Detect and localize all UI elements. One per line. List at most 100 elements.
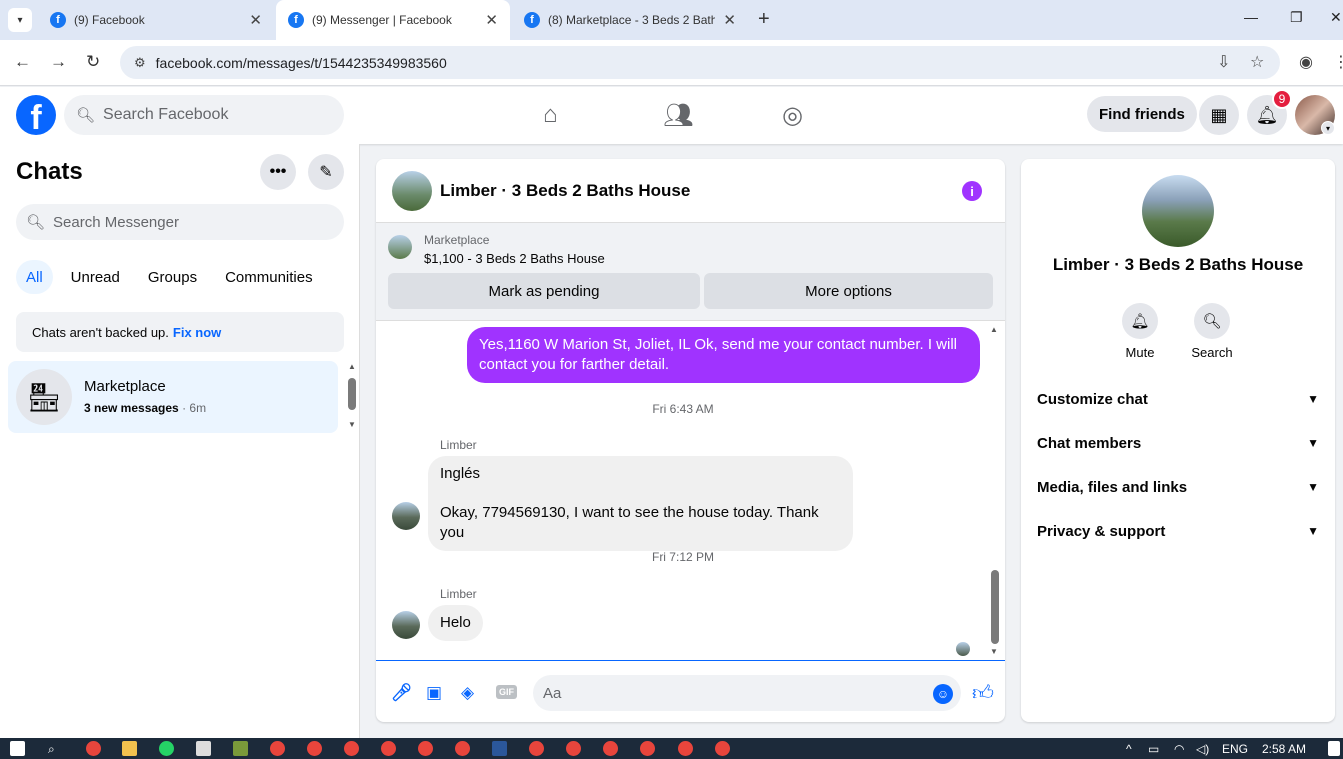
scroll-down-icon[interactable]: ▼	[990, 647, 998, 656]
message-scrollbar[interactable]: ▲ ▼	[988, 325, 1002, 656]
friends-icon[interactable]: 👥︎	[663, 101, 693, 130]
sender-avatar[interactable]	[392, 611, 420, 639]
filter-unread[interactable]: Unread	[61, 260, 130, 294]
chevron-down-icon[interactable]: ▾	[1321, 121, 1335, 135]
emoji-icon[interactable]: ☺	[933, 684, 953, 704]
mark-as-pending-button[interactable]: Mark as pending	[388, 273, 700, 309]
scroll-down-icon[interactable]: ▼	[348, 420, 356, 429]
sender-avatar[interactable]	[392, 502, 420, 530]
section-privacy-support[interactable]: Privacy & support ▼	[1037, 520, 1319, 542]
sidebar-scrollbar[interactable]: ▲ ▼	[346, 362, 358, 432]
url-field[interactable]: ⚙ facebook.com/messages/t/15442353499835…	[120, 46, 1280, 79]
profile-icon[interactable]: ◉	[1299, 52, 1313, 72]
wifi-icon[interactable]: ◠	[1174, 742, 1184, 756]
close-tab-icon[interactable]: ✕	[249, 11, 262, 29]
close-window-icon[interactable]: ✕	[1330, 9, 1342, 26]
chrome-icon[interactable]	[86, 741, 101, 756]
message-input[interactable]: Aa	[533, 675, 961, 711]
close-tab-icon[interactable]: ✕	[485, 11, 498, 29]
chrome-icon[interactable]	[344, 741, 359, 756]
incoming-message[interactable]: Helo	[428, 605, 483, 641]
home-icon[interactable]: ⌂	[543, 101, 558, 129]
app-icon[interactable]	[196, 741, 211, 756]
back-icon[interactable]: ←	[14, 52, 31, 72]
scroll-up-icon[interactable]: ▲	[348, 362, 356, 371]
install-app-icon[interactable]: ⇩	[1217, 52, 1230, 72]
section-customize-chat[interactable]: Customize chat ▼	[1037, 388, 1319, 410]
close-tab-icon[interactable]: ✕	[723, 11, 736, 29]
chrome-icon[interactable]	[715, 741, 730, 756]
conversation-item-marketplace[interactable]: 🏪︎ Marketplace 3 new messages · 6m	[8, 361, 338, 433]
site-info-icon[interactable]: ⚙	[134, 55, 146, 71]
app-icon[interactable]	[233, 741, 248, 756]
attach-photo-icon[interactable]: ▣	[426, 683, 442, 703]
conversation-avatar[interactable]	[392, 171, 432, 211]
forward-icon[interactable]: →	[50, 52, 67, 72]
conversation-title[interactable]: Limber · 3 Beds 2 Baths House	[440, 181, 690, 201]
sticker-icon[interactable]: ◈	[461, 683, 474, 703]
messenger-search-input[interactable]: 🔍︎ Search Messenger	[16, 204, 344, 240]
tab-search-dropdown-icon[interactable]: ▾	[8, 8, 32, 32]
minimize-icon[interactable]: —	[1244, 9, 1258, 25]
gif-icon[interactable]: GIF	[496, 685, 517, 699]
more-options-button[interactable]: More options	[704, 273, 993, 309]
chrome-icon[interactable]	[307, 741, 322, 756]
microphone-icon[interactable]: 🎤︎	[391, 683, 413, 703]
thumbs-up-icon[interactable]: 👍︎	[972, 680, 994, 706]
bell-icon[interactable]: 🔔︎	[1122, 303, 1158, 339]
scroll-up-icon[interactable]: ▲	[990, 325, 998, 334]
chrome-icon[interactable]	[381, 741, 396, 756]
file-explorer-icon[interactable]	[122, 741, 137, 756]
new-tab-icon[interactable]: +	[758, 8, 770, 31]
section-media-files-links[interactable]: Media, files and links ▼	[1037, 476, 1319, 498]
scrollbar-thumb[interactable]	[348, 378, 356, 410]
incoming-message[interactable]: Inglés Okay, 7794569130, I want to see t…	[428, 456, 853, 551]
section-label: Privacy & support	[1037, 522, 1166, 540]
facebook-logo-icon[interactable]: f	[16, 95, 56, 135]
chrome-icon[interactable]	[603, 741, 618, 756]
filter-communities[interactable]: Communities	[215, 260, 323, 294]
search-icon[interactable]: ⌕	[48, 742, 55, 757]
find-friends-button[interactable]: Find friends	[1087, 96, 1197, 132]
section-chat-members[interactable]: Chat members ▼	[1037, 432, 1319, 454]
mute-action[interactable]: 🔔︎ Mute	[1110, 303, 1170, 360]
new-message-icon[interactable]: ✎	[308, 154, 344, 190]
filter-all[interactable]: All	[16, 260, 53, 294]
clock[interactable]: 2:58 AM	[1262, 742, 1306, 756]
chevron-up-icon[interactable]: ^	[1126, 742, 1132, 756]
battery-icon[interactable]: ▭	[1148, 742, 1159, 756]
scrollbar-thumb[interactable]	[991, 570, 999, 644]
chrome-icon[interactable]	[678, 741, 693, 756]
chrome-icon[interactable]	[270, 741, 285, 756]
fix-now-link[interactable]: Fix now	[173, 325, 221, 340]
info-icon[interactable]: i	[962, 181, 982, 201]
language-indicator[interactable]: ENG	[1222, 742, 1248, 756]
filter-groups[interactable]: Groups	[138, 260, 207, 294]
windows-start-icon[interactable]	[10, 741, 25, 756]
more-options-icon[interactable]: •••	[260, 154, 296, 190]
chrome-icon[interactable]	[418, 741, 433, 756]
search-icon[interactable]: 🔍︎	[1194, 303, 1230, 339]
bookmark-star-icon[interactable]: ☆	[1250, 52, 1264, 72]
search-action[interactable]: 🔍︎ Search	[1182, 303, 1242, 360]
groups-icon[interactable]: ◎	[782, 101, 803, 130]
facebook-search-input[interactable]: 🔍︎ Search Facebook	[64, 95, 344, 135]
menu-grid-icon[interactable]: ▦	[1199, 95, 1239, 135]
listing-title[interactable]: $1,100 - 3 Beds 2 Baths House	[424, 251, 605, 266]
volume-icon[interactable]: ◁)	[1196, 742, 1209, 756]
outgoing-message[interactable]: Yes,1160 W Marion St, Joliet, IL Ok, sen…	[467, 327, 980, 383]
restore-icon[interactable]: ❐	[1290, 9, 1303, 26]
reload-icon[interactable]: ↻	[86, 52, 100, 72]
tab-marketplace[interactable]: f (8) Marketplace - 3 Beds 2 Bath ✕	[512, 0, 748, 40]
chrome-icon[interactable]	[529, 741, 544, 756]
tab-facebook[interactable]: f (9) Facebook ✕	[38, 0, 274, 40]
chrome-icon[interactable]	[566, 741, 581, 756]
tab-messenger[interactable]: f (9) Messenger | Facebook ✕	[276, 0, 510, 40]
notification-center-icon[interactable]	[1328, 741, 1340, 756]
chrome-icon[interactable]	[455, 741, 470, 756]
word-icon[interactable]	[492, 741, 507, 756]
chrome-icon[interactable]	[640, 741, 655, 756]
details-avatar[interactable]	[1142, 175, 1214, 247]
whatsapp-icon[interactable]	[159, 741, 174, 756]
browser-menu-icon[interactable]: ⋮	[1333, 52, 1343, 72]
